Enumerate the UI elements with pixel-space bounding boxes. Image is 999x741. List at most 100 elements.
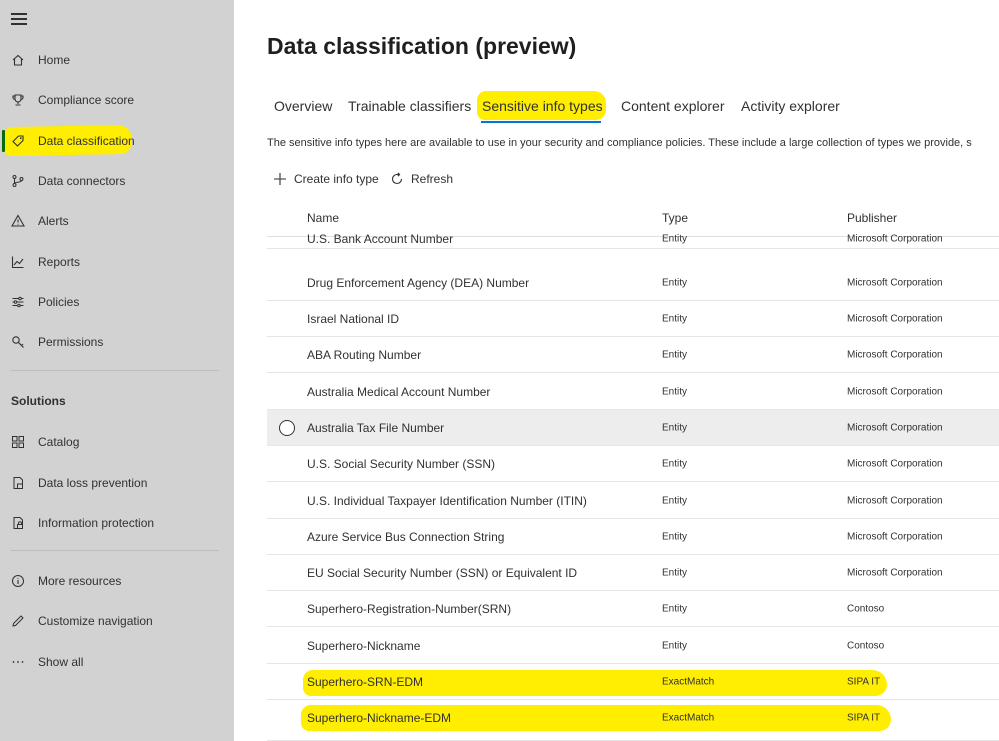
plus-icon [272, 171, 288, 187]
row-name: U.S. Bank Account Number [307, 231, 454, 246]
nav-label: Show all [38, 655, 84, 669]
row-publisher: Microsoft Corporation [847, 313, 943, 324]
table-row[interactable]: U.S. Individual Taxpayer Identification … [267, 483, 999, 519]
create-info-type-button[interactable]: Create info type [272, 168, 379, 190]
divider [11, 550, 219, 551]
tab-sensitive-info-types[interactable]: Sensitive info types [482, 98, 603, 114]
row-type: Entity [662, 349, 688, 360]
row-name: Drug Enforcement Agency (DEA) Number [307, 275, 530, 290]
info-icon [10, 573, 26, 589]
table-row[interactable]: Superhero-Registration-Number(SRN) Entit… [267, 591, 999, 627]
tab-activity-explorer[interactable]: Activity explorer [741, 98, 840, 114]
row-type: Entity [662, 277, 688, 288]
row-name: Superhero-Nickname-EDM [307, 711, 452, 725]
table-row[interactable]: Israel National ID Entity Microsoft Corp… [267, 301, 999, 337]
nav-label: Home [38, 53, 71, 67]
row-publisher: Microsoft Corporation [847, 277, 943, 288]
tab-content-explorer[interactable]: Content explorer [621, 98, 725, 114]
table-row[interactable]: U.S. Social Security Number (SSN) Entity… [267, 446, 999, 482]
page-title: Data classification (preview) [267, 33, 577, 59]
trophy-icon [10, 92, 26, 108]
refresh-button[interactable]: Refresh [389, 168, 453, 190]
tab-overview[interactable]: Overview [274, 98, 332, 114]
nav-information-protection[interactable]: Information protection [0, 507, 234, 539]
chart-icon [10, 254, 26, 270]
nav-label: Information protection [38, 516, 155, 530]
row-publisher: Microsoft Corporation [847, 495, 943, 506]
table-row[interactable]: Australia Medical Account Number Entity … [267, 374, 999, 410]
row-publisher: Microsoft Corporation [847, 531, 943, 542]
nav-policies[interactable]: Policies [0, 286, 234, 318]
dlp-icon [10, 475, 26, 491]
column-header-type[interactable]: Type [662, 211, 688, 225]
pencil-icon [10, 613, 26, 629]
refresh-icon [389, 171, 405, 187]
nav-label: More resources [38, 574, 122, 588]
home-icon [10, 52, 26, 68]
nav-more-resources[interactable]: More resources [0, 565, 234, 597]
selected-tab-indicator [481, 121, 601, 123]
table-row[interactable]: EU Social Security Number (SSN) or Equiv… [267, 555, 999, 591]
nav-label: Customize navigation [38, 614, 153, 628]
nav-show-all[interactable]: Show all [0, 646, 234, 678]
row-publisher: SIPA IT [847, 676, 881, 687]
row-type: Entity [662, 386, 688, 397]
row-type: Entity [662, 531, 688, 542]
row-type: Entity [662, 422, 688, 433]
row-type: Entity [662, 458, 688, 469]
nav-label: Data classification [38, 134, 135, 148]
table-row[interactable]: ABA Routing Number Entity Microsoft Corp… [267, 337, 999, 373]
nav-data-classification[interactable]: Data classification [0, 125, 234, 157]
create-info-type-label: Create info type [294, 172, 379, 186]
row-publisher: Microsoft Corporation [847, 349, 943, 360]
row-publisher: Contoso [847, 603, 885, 614]
nav-reports[interactable]: Reports [0, 246, 234, 278]
nav-data-loss-prevention[interactable]: Data loss prevention [0, 467, 234, 499]
table-row[interactable]: Drug Enforcement Agency (DEA) Number Ent… [267, 265, 999, 301]
table-row[interactable]: Superhero-Nickname-EDM ExactMatch SIPA I… [267, 700, 999, 741]
nav-home[interactable]: Home [0, 44, 234, 76]
connector-icon [10, 173, 26, 189]
row-type: Entity [662, 603, 688, 614]
row-name: EU Social Security Number (SSN) or Equiv… [307, 565, 578, 580]
nav-customize-navigation[interactable]: Customize navigation [0, 605, 234, 637]
nav-compliance-score[interactable]: Compliance score [0, 84, 234, 116]
hamburger-menu-icon[interactable] [11, 13, 27, 25]
tag-icon [10, 133, 26, 149]
nav-catalog[interactable]: Catalog [0, 426, 234, 458]
table-row[interactable]: Australia Tax File Number Entity Microso… [267, 410, 999, 446]
row-publisher: Microsoft Corporation [847, 233, 943, 244]
row-publisher: Microsoft Corporation [847, 458, 943, 469]
nav-alerts[interactable]: Alerts [0, 205, 234, 237]
row-publisher: SIPA IT [847, 712, 881, 724]
column-header-name[interactable]: Name [307, 211, 339, 225]
table-row[interactable]: Superhero-SRN-EDM ExactMatch SIPA IT [267, 664, 999, 700]
nav-label: Compliance score [38, 93, 135, 107]
nav-label: Data connectors [38, 174, 126, 188]
solutions-header: Solutions [11, 394, 66, 408]
active-indicator [2, 130, 5, 152]
nav-label: Policies [38, 295, 80, 309]
tab-trainable-classifiers[interactable]: Trainable classifiers [348, 98, 471, 114]
table-row[interactable]: U.S. Bank Account Number Entity Microsof… [267, 229, 999, 249]
nav-data-connectors[interactable]: Data connectors [0, 165, 234, 197]
left-nav: Home Compliance score Data classificatio… [0, 0, 234, 741]
nav-label: Permissions [38, 335, 104, 349]
row-publisher: Microsoft Corporation [847, 386, 943, 397]
row-publisher: Microsoft Corporation [847, 422, 943, 433]
table-row[interactable]: Azure Service Bus Connection String Enti… [267, 519, 999, 555]
row-select-radio[interactable] [279, 419, 295, 436]
row-type: Entity [662, 495, 688, 506]
nav-label: Alerts [38, 214, 69, 228]
column-header-publisher[interactable]: Publisher [847, 211, 897, 225]
ellipsis-icon [10, 654, 26, 670]
row-type: Entity [662, 567, 688, 578]
key-icon [10, 334, 26, 350]
nav-permissions[interactable]: Permissions [0, 326, 234, 358]
row-publisher: Contoso [847, 640, 885, 651]
row-name: Australia Medical Account Number [307, 384, 491, 399]
divider [11, 370, 219, 371]
row-name: Superhero-SRN-EDM [307, 674, 424, 689]
table-row[interactable]: Superhero-Nickname Entity Contoso [267, 628, 999, 664]
row-type: Entity [662, 233, 688, 244]
